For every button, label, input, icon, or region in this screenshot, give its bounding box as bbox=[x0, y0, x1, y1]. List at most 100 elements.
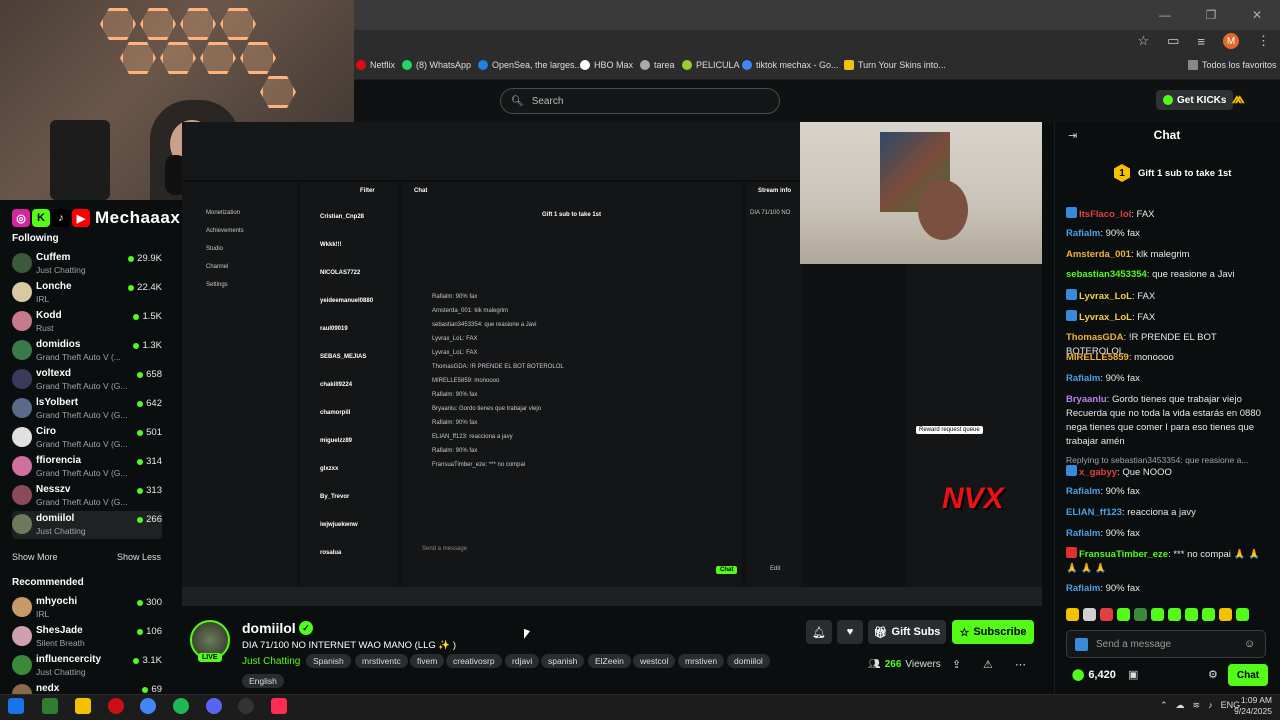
spotify-icon[interactable] bbox=[173, 698, 189, 714]
sidebar-channel-shesjade[interactable]: ShesJade Silent Breath 106 bbox=[12, 623, 162, 651]
minimize-icon[interactable]: — bbox=[1142, 0, 1188, 30]
sidebar-channel-lsyolbert[interactable]: lsYolbert Grand Theft Auto V (G... 642 bbox=[12, 395, 162, 423]
tiktok-live-icon[interactable] bbox=[271, 698, 287, 714]
share-icon[interactable]: ⇪ bbox=[952, 658, 961, 671]
app-icon[interactable] bbox=[42, 698, 58, 714]
tag[interactable]: westcol bbox=[633, 654, 676, 668]
emote-icon[interactable] bbox=[1236, 608, 1249, 621]
tag[interactable]: English bbox=[242, 674, 284, 688]
emote-icon[interactable] bbox=[1100, 608, 1113, 621]
channel-points[interactable]: ⬤ 6,420 bbox=[1072, 668, 1116, 682]
chat-message[interactable]: Rafialm: 90% fax bbox=[1066, 582, 1266, 596]
volume-icon[interactable]: ♪ bbox=[1208, 700, 1213, 711]
file-explorer-icon[interactable] bbox=[75, 698, 91, 714]
close-icon[interactable]: ✕ bbox=[1234, 0, 1280, 30]
bookmark-whatsapp[interactable]: (8) WhatsApp bbox=[402, 60, 471, 70]
bookmark-hbo[interactable]: HBO Max bbox=[580, 60, 633, 70]
chat-username[interactable]: Amsterda_001 bbox=[1066, 249, 1131, 260]
search-input[interactable] bbox=[531, 95, 752, 107]
chat-username[interactable]: Bryaanlu bbox=[1066, 394, 1107, 405]
video-player[interactable]: Monetization Achievements Studio Channel… bbox=[182, 122, 1042, 606]
tag[interactable]: mrstiventc bbox=[355, 654, 408, 668]
emote-icon[interactable] bbox=[1168, 608, 1181, 621]
emote-icon[interactable] bbox=[1151, 608, 1164, 621]
tag[interactable]: Spanish bbox=[306, 654, 351, 668]
sidebar-channel-domiilol[interactable]: domiilol Just Chatting 266 bbox=[12, 511, 162, 539]
emoji-icon[interactable]: ☺ bbox=[1244, 638, 1255, 650]
bookmark-netflix[interactable]: Netflix bbox=[356, 60, 395, 70]
tag[interactable]: domiilol bbox=[727, 654, 770, 668]
sidebar-channel-ffiorencia[interactable]: ffiorencia Grand Theft Auto V (G... 314 bbox=[12, 453, 162, 481]
emote-icon[interactable] bbox=[1202, 608, 1215, 621]
sidebar-channel-kodd[interactable]: Kodd Rust 1.5K bbox=[12, 308, 162, 336]
streamer-name[interactable]: domiilol bbox=[242, 620, 296, 636]
show-more-button[interactable]: Show More bbox=[12, 552, 58, 562]
profile-avatar[interactable]: M bbox=[1223, 33, 1239, 49]
tag[interactable]: mrstiven bbox=[678, 654, 725, 668]
chat-username[interactable]: Lyvrax_LoL bbox=[1079, 312, 1132, 323]
tag[interactable]: ElZeein bbox=[588, 654, 631, 668]
sidebar-channel-lonche[interactable]: Lonche IRL 22.4K bbox=[12, 279, 162, 307]
star-icon[interactable]: ☆ bbox=[1137, 33, 1149, 49]
chat-message[interactable]: x_gabyy: Que NOOO bbox=[1066, 465, 1266, 480]
chat-message[interactable]: Rafialm: 90% fax bbox=[1066, 485, 1266, 499]
chat-input-box[interactable]: ☺ bbox=[1066, 630, 1266, 658]
chat-message[interactable]: sebastian3453354: que reasione a Javi bbox=[1066, 268, 1266, 282]
emote-icon[interactable] bbox=[1219, 608, 1232, 621]
chat-message[interactable]: FransuaTimber_eze: *** no compai 🙏 🙏 🙏 🙏… bbox=[1066, 547, 1266, 576]
bookmark-tiktok[interactable]: tiktok mechax - Go... bbox=[742, 60, 839, 70]
windows-start-icon[interactable] bbox=[8, 698, 24, 714]
rewards-icon[interactable]: ▣ bbox=[1128, 668, 1138, 681]
chat-username[interactable]: Rafialm bbox=[1066, 528, 1100, 539]
chat-username[interactable]: x_gabyy bbox=[1079, 467, 1117, 478]
chat-username[interactable]: Rafialm bbox=[1066, 583, 1100, 594]
tag[interactable]: fivem bbox=[410, 654, 445, 668]
chat-message[interactable]: Amsterda_001: klk malegrim bbox=[1066, 248, 1266, 262]
opera-icon[interactable] bbox=[108, 698, 124, 714]
gift-sub-banner[interactable]: 1 Gift 1 sub to take 1st bbox=[1114, 164, 1231, 182]
playlist-icon[interactable]: ≡ bbox=[1197, 34, 1205, 49]
emote-icon[interactable] bbox=[1117, 608, 1130, 621]
chat-input[interactable] bbox=[1096, 638, 1236, 650]
kick-logo-icon[interactable]: ⩕ bbox=[1232, 90, 1245, 108]
all-bookmarks[interactable]: Todos los favoritos bbox=[1188, 60, 1277, 70]
sidebar-channel-cuffem[interactable]: Cuffem Just Chatting 29.9K bbox=[12, 250, 162, 278]
subscribe-button[interactable]: ☆ Subscribe bbox=[952, 620, 1034, 644]
gift-subs-button[interactable]: 🎁︎ Gift Subs bbox=[868, 620, 946, 644]
bookmark-skins[interactable]: Turn Your Skins into... bbox=[844, 60, 946, 70]
chat-message[interactable]: Rafialm: 90% fax bbox=[1066, 527, 1266, 541]
chat-message[interactable]: Bryaanlu: Gordo tienes que trabajar viej… bbox=[1066, 393, 1266, 449]
wifi-icon[interactable]: ≋ bbox=[1193, 700, 1201, 711]
chat-message[interactable]: Lyvrax_LoL: FAX bbox=[1066, 310, 1266, 325]
emote-icon[interactable] bbox=[1066, 608, 1079, 621]
chat-message[interactable]: Rafialm: 90% fax bbox=[1066, 227, 1266, 241]
stream-category[interactable]: Just Chatting bbox=[242, 656, 300, 667]
chevron-up-icon[interactable]: ⌃ bbox=[1160, 700, 1168, 711]
sidebar-channel-influencercity[interactable]: influencercity Just Chatting 3.1K bbox=[12, 652, 162, 680]
chat-message[interactable]: MIRELLE5859: monoooo bbox=[1066, 351, 1266, 365]
chat-username[interactable]: Rafialm bbox=[1066, 373, 1100, 384]
sidebar-channel-mhyochi[interactable]: mhyochi IRL 300 bbox=[12, 594, 162, 622]
chat-message[interactable]: ItsFlaco_lol: FAX bbox=[1066, 207, 1266, 222]
obs-icon[interactable] bbox=[238, 698, 254, 714]
cast-icon[interactable]: ▭ bbox=[1167, 33, 1179, 49]
show-less-button[interactable]: Show Less bbox=[117, 552, 161, 562]
tag[interactable]: creativosrp bbox=[446, 654, 502, 668]
chat-username[interactable]: ThomasGDA bbox=[1066, 332, 1124, 343]
chat-message[interactable]: ELIAN_ff123: reacciona a javy bbox=[1066, 506, 1266, 520]
bookmark-tarea[interactable]: tarea bbox=[640, 60, 675, 70]
menu-dots-icon[interactable]: ⋮ bbox=[1257, 33, 1270, 49]
more-options-icon[interactable]: ⋯ bbox=[1015, 658, 1026, 671]
chat-username[interactable]: sebastian3453354 bbox=[1066, 269, 1147, 280]
sidebar-channel-nesszv[interactable]: Nesszv Grand Theft Auto V (G... 313 bbox=[12, 482, 162, 510]
chat-username[interactable]: FransuaTimber_eze bbox=[1079, 549, 1168, 560]
search-box[interactable]: 🔍︎ bbox=[500, 88, 780, 114]
discord-icon[interactable] bbox=[206, 698, 222, 714]
gear-icon[interactable]: ⚙ bbox=[1208, 668, 1218, 681]
tag[interactable]: rdjavi bbox=[505, 654, 540, 668]
chat-message[interactable]: Rafialm: 90% fax bbox=[1066, 372, 1266, 386]
sidebar-channel-ciro[interactable]: Ciro Grand Theft Auto V (G... 501 bbox=[12, 424, 162, 452]
clock[interactable]: 1:09 AM 9/24/2025 bbox=[1232, 695, 1272, 717]
sidebar-channel-domidios[interactable]: domidios Grand Theft Auto V (... 1.3K bbox=[12, 337, 162, 365]
chat-username[interactable]: Rafialm bbox=[1066, 486, 1100, 497]
